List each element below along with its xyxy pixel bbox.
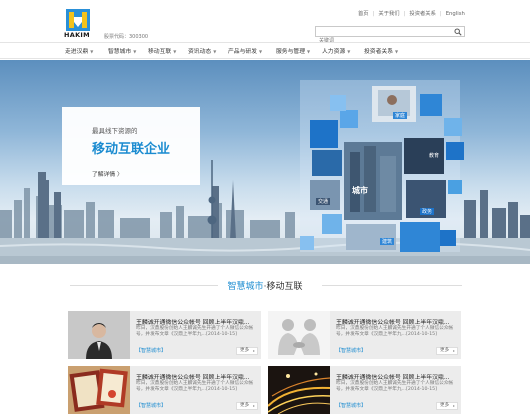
more-button[interactable]: 更多 (236, 402, 258, 410)
cube-label-home: 家庭 (393, 112, 408, 119)
top-link-about[interactable]: 关于我们 (378, 11, 399, 17)
news-summary: 昨日，汉鼎股份创始人王麟诚先生开通了个人微信公众帐号，并发布文章《汉鼎上半年九.… (336, 381, 454, 392)
logo-text: HAKIM (64, 31, 90, 39)
more-button[interactable]: 更多 (436, 402, 458, 410)
news-category[interactable]: 【智慧城市】 (136, 402, 166, 409)
hero-title: 移动互联企业 (92, 142, 171, 157)
hakim-logo-icon[interactable] (66, 9, 90, 31)
search-icon[interactable] (454, 28, 462, 36)
news-card[interactable]: 王麟诚开通微信公众帐号 回顾上半年汉鼎... 昨日，汉鼎股份创始人王麟诚先生开通… (68, 366, 261, 414)
top-links: 首页 | 关于我们 | 投资者关系 | English (358, 9, 465, 17)
chevron-down-icon: ▼ (173, 49, 177, 54)
more-button[interactable]: 更多 (436, 347, 458, 355)
chevron-down-icon: ▼ (395, 49, 399, 54)
news-title[interactable]: 王麟诚开通微信公众帐号 回顾上半年汉鼎... (336, 372, 450, 381)
chevron-down-icon: ▼ (307, 49, 311, 54)
nav-label: 资讯动态 (188, 49, 212, 55)
nav-label: 智慧城市 (108, 49, 132, 55)
nav-item-smart-city[interactable]: 智慧城市 ▼ (108, 46, 136, 55)
learn-more-link[interactable]: 了解详情 〉 (92, 169, 123, 178)
cube-label-building: 建筑 (380, 238, 395, 245)
news-thumbnail-handshake (268, 311, 330, 359)
news-card[interactable]: 王麟诚开通微信公众帐号 回顾上半年汉鼎... 昨日，汉鼎股份创始人王麟诚先生开通… (268, 311, 461, 359)
section-title-rest: 移动互联 (266, 282, 303, 292)
news-thumbnail-night-traffic (268, 366, 330, 414)
nav-item-products[interactable]: 产品与研发 ▼ (228, 46, 262, 55)
cube-label-education: 教育 (427, 152, 442, 159)
nav-item-hr[interactable]: 人力资源 ▼ (322, 46, 350, 55)
nav-label: 移动互联 (148, 49, 172, 55)
nav-item-mobile-internet[interactable]: 移动互联 ▼ (148, 46, 176, 55)
cube-cluster-graphic (300, 80, 464, 252)
news-title[interactable]: 王麟诚开通微信公众帐号 回顾上半年汉鼎... (136, 372, 250, 381)
cube-label-city: 城市 (352, 186, 368, 195)
news-title[interactable]: 王麟诚开通微信公众帐号 回顾上半年汉鼎... (336, 317, 450, 326)
divider: | (439, 11, 442, 17)
stock-code: 股票代码：300300 (104, 34, 149, 40)
more-button[interactable]: 更多 (236, 347, 258, 355)
cube-label-government: 政务 (420, 208, 435, 215)
cube-label-traffic: 交通 (316, 198, 331, 205)
chevron-down-icon: ▼ (259, 49, 263, 54)
chevron-down-icon: ▼ (213, 49, 217, 54)
news-category[interactable]: 【智慧城市】 (136, 347, 166, 354)
news-summary: 昨日，汉鼎股份创始人王麟诚先生开通了个人微信公众帐号，并发布文章《汉鼎上半年九.… (336, 326, 454, 337)
hero-tagline-box: 最具线下资源的 移动互联企业 了解详情 〉 (62, 107, 200, 185)
top-link-english[interactable]: English (446, 11, 465, 17)
news-category[interactable]: 【智慧城市】 (336, 347, 366, 354)
section-title-highlight: 智慧城市 (227, 282, 264, 292)
news-card[interactable]: 王麟诚开通微信公众帐号 回顾上半年汉鼎... 昨日，汉鼎股份创始人王麟诚先生开通… (68, 311, 261, 359)
nav-label: 人力资源 (322, 49, 346, 55)
news-summary: 昨日，汉鼎股份创始人王麟诚先生开通了个人微信公众帐号，并发布文章《汉鼎上半年九.… (136, 381, 254, 392)
nav-item-investor[interactable]: 投资者关系 ▼ (364, 46, 398, 55)
section-title: 智慧城市·移动互联 (0, 279, 530, 292)
divider: | (403, 11, 406, 17)
nav-item-about[interactable]: 走进汉鼎 ▼ (65, 46, 93, 55)
chevron-down-icon: ▼ (347, 49, 351, 54)
news-summary: 昨日，汉鼎股份创始人王麟诚先生开通了个人微信公众帐号，并发布文章《汉鼎上半年九.… (136, 326, 254, 337)
divider: | (372, 11, 375, 17)
chevron-down-icon: ▼ (90, 49, 94, 54)
nav-label: 投资者关系 (364, 49, 393, 55)
top-link-investor[interactable]: 投资者关系 (409, 11, 436, 17)
main-nav: 走进汉鼎 ▼ 智慧城市 ▼ 移动互联 ▼ 资讯动态 ▼ 产品与研发 ▼ 服务与管理 ▼ 人力… (0, 42, 530, 59)
hero-subtitle: 最具线下资源的 (92, 127, 138, 135)
nav-label: 产品与研发 (228, 49, 257, 55)
site-header: HAKIM 股票代码：300300 首页 | 关于我们 | 投资者关系 | English (0, 0, 530, 46)
news-thumbnail-certificate (68, 366, 130, 414)
chevron-down-icon: ▼ (133, 49, 137, 54)
top-link-home[interactable]: 首页 (358, 11, 369, 17)
nav-item-services[interactable]: 服务与管理 ▼ (276, 46, 310, 55)
nav-label: 走进汉鼎 (65, 49, 89, 55)
search-box (315, 26, 465, 46)
news-category[interactable]: 【智慧城市】 (336, 402, 366, 409)
news-card[interactable]: 王麟诚开通微信公众帐号 回顾上半年汉鼎... 昨日，汉鼎股份创始人王麟诚先生开通… (268, 366, 461, 414)
nav-item-news[interactable]: 资讯动态 ▼ (188, 46, 216, 55)
news-thumbnail-portrait (68, 311, 130, 359)
news-title[interactable]: 王麟诚开通微信公众帐号 回顾上半年汉鼎... (136, 317, 250, 326)
nav-label: 服务与管理 (276, 49, 305, 55)
